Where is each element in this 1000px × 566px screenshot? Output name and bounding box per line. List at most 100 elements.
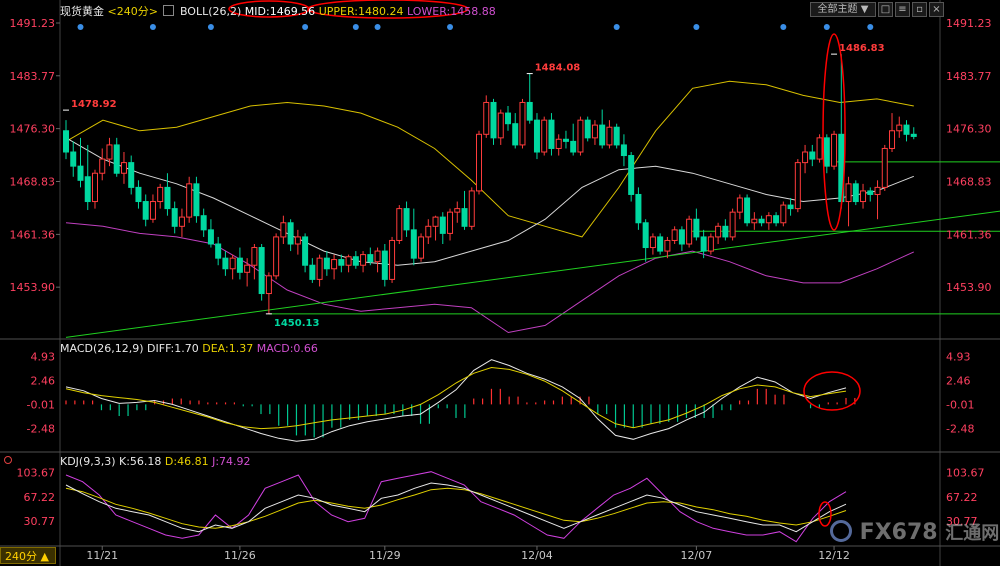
candle-body [99, 158, 106, 174]
candle-body [570, 140, 577, 153]
candle-body [323, 257, 330, 270]
candle-body [664, 239, 671, 252]
candle-body [265, 275, 272, 295]
y-tick-label-right: 1483.77 [946, 70, 992, 83]
candle-body [896, 124, 903, 132]
candle-body [178, 216, 185, 227]
candle-body [802, 151, 809, 164]
candle-body [294, 236, 301, 245]
candle-body [635, 193, 642, 224]
candle-body [642, 222, 649, 249]
period-selector-label: 240分 [5, 550, 37, 563]
kdj-d-value: D:46.81 [164, 455, 209, 468]
kdj-panel-icon[interactable] [4, 456, 12, 464]
candle-body [236, 257, 243, 273]
candle-body [186, 183, 193, 218]
candle-body [113, 144, 120, 174]
candle-body [63, 130, 69, 153]
y-tick-label-right: 1468.83 [946, 176, 992, 189]
candle-body [410, 229, 417, 259]
macd-dea-value: DEA:1.37 [202, 342, 254, 355]
candle-body [200, 215, 207, 231]
macd-y-tick-left: -2.48 [27, 422, 55, 435]
event-marker-dot [149, 24, 156, 30]
candle-body [331, 259, 338, 270]
candle-body [157, 186, 164, 203]
candle-body [418, 236, 425, 259]
candle-body [244, 264, 251, 273]
candle-body [744, 197, 751, 224]
candle-body [374, 250, 381, 263]
candle-body [852, 183, 859, 203]
candle-body [128, 162, 135, 188]
event-marker-dot [352, 24, 359, 30]
boll-upper-value: UPPER:1480.24 [318, 5, 404, 18]
candle-body [70, 151, 77, 167]
candle-body [164, 186, 171, 210]
candle-body [577, 119, 584, 153]
candle-body [910, 133, 917, 137]
candle-body [678, 229, 685, 245]
price-annotation-label: 1450.13 [274, 318, 320, 329]
macd-y-tick-right: 4.93 [946, 351, 971, 364]
macd-y-tick-right: -0.01 [946, 398, 974, 411]
candle-body [519, 101, 526, 146]
candle-body [381, 250, 388, 280]
candle-body [142, 201, 149, 220]
chart-header: 现货黄金 <240分> BOLL(26,2) MID:1469.56 UPPER… [60, 3, 496, 19]
candle-body [396, 208, 403, 241]
candle-body [729, 211, 736, 238]
candle-body [280, 222, 287, 238]
y-tick-label-left: 1491.23 [10, 17, 56, 30]
candle-body [251, 247, 258, 266]
candle-body [287, 222, 294, 245]
candle-body [649, 236, 656, 249]
candle-body [171, 208, 178, 227]
candle-body [360, 254, 367, 266]
candle-body [613, 126, 620, 146]
candle-body [367, 254, 374, 263]
theme-dropdown[interactable]: 全部主题 ▼ [810, 2, 876, 17]
candle-body [483, 101, 490, 135]
indicator-icon[interactable] [163, 5, 175, 16]
period-selector[interactable]: 240分 ▲ [0, 547, 56, 564]
candle-body [447, 211, 454, 234]
candle-body [860, 190, 867, 203]
x-tick-label: 11/21 [86, 549, 118, 562]
macd-y-tick-left: -0.01 [27, 398, 55, 411]
macd-y-tick-left: 2.46 [31, 374, 56, 387]
fullscreen-icon[interactable]: □ [878, 2, 893, 17]
caret-up-icon: ▲ [40, 550, 49, 563]
settings-icon[interactable]: ≡ [895, 2, 910, 17]
candle-body [657, 236, 664, 252]
x-tick-label: 11/26 [224, 549, 256, 562]
candle-body [106, 144, 113, 160]
y-tick-label-right: 1461.36 [946, 228, 992, 241]
candle-body [338, 259, 345, 266]
y-tick-label-right: 1491.23 [946, 17, 992, 30]
candle-body [149, 201, 156, 220]
price-annotation-label: 1484.08 [535, 63, 581, 74]
event-marker-dot [77, 24, 84, 30]
boll-lower-value: LOWER:1458.88 [406, 5, 496, 18]
candle-body [504, 112, 511, 125]
candle-body [432, 216, 439, 227]
macd-y-tick-left: 4.93 [31, 351, 56, 364]
candle-body [302, 236, 309, 266]
candle-body [758, 218, 765, 224]
restore-icon[interactable]: ▫ [912, 2, 927, 17]
candle-body [823, 137, 830, 167]
candle-body [490, 101, 497, 139]
candle-body [497, 112, 504, 139]
kdj-k-value: K:56.18 [119, 455, 162, 468]
candle-body [562, 138, 569, 142]
candle-body [316, 257, 323, 280]
kdj-y-tick-left: 30.77 [24, 515, 56, 528]
macd-macd-value: MACD:0.66 [256, 342, 318, 355]
event-marker-dot [374, 24, 381, 30]
kdj-y-tick-left: 103.67 [17, 467, 56, 480]
event-marker-dot [447, 24, 454, 30]
close-icon[interactable]: × [929, 2, 944, 17]
period-label[interactable]: <240分> [108, 5, 158, 18]
watermark-brand: FX678 [859, 520, 938, 545]
